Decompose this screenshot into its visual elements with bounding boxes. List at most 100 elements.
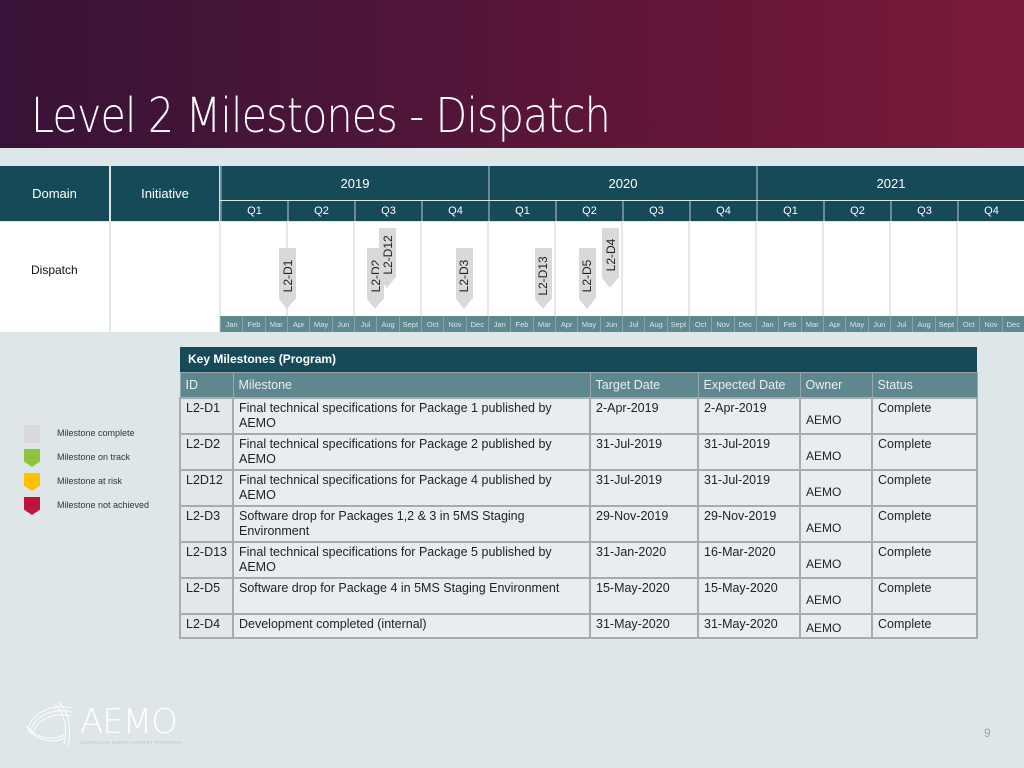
quarter-header: Q4	[957, 201, 1024, 221]
month-label: Oct	[957, 316, 980, 332]
col-header-expected-date: Expected Date	[697, 371, 801, 399]
title-banner: Level 2 Milestones - Dispatch	[0, 0, 1024, 148]
cell-owner: AEMO	[799, 577, 873, 615]
quarter-header: Q2	[823, 201, 890, 221]
year-header: 2019	[220, 166, 488, 200]
month-label: Sept	[666, 316, 689, 332]
quarter-label: Q1	[247, 205, 262, 217]
milestone-marker[interactable]: L2-D3	[455, 248, 473, 309]
marker-pointer	[367, 299, 384, 309]
quarter-header: Q4	[689, 201, 756, 221]
quarter-gridline	[755, 222, 757, 316]
cell-owner: AEMO	[799, 397, 873, 435]
quarter-header: Q3	[354, 201, 421, 221]
key-milestones-table: Key Milestones (Program) ID Milestone Ta…	[179, 347, 978, 639]
quarter-gridline	[219, 222, 221, 316]
quarter-label: Q3	[917, 205, 932, 217]
month-label: Dec	[733, 316, 756, 332]
cell-expected-date: 29-Nov-2019	[697, 505, 801, 543]
month-label: Apr	[823, 316, 846, 332]
quarter-label: Q4	[984, 205, 999, 217]
milestone-marker[interactable]: L2-D1	[279, 248, 297, 309]
aemo-swirl-icon	[25, 701, 73, 747]
cell-status: Complete	[871, 397, 978, 435]
milestone-timeline: Domain Initiative Dispatch 2019 Q1 Q2 Q3 Q4 J…	[0, 166, 1024, 332]
quarter-gridline	[353, 222, 355, 316]
table-title-row: Key Milestones (Program)	[180, 347, 977, 372]
quarter-label: Q4	[448, 205, 463, 217]
month-label: Aug	[376, 316, 399, 332]
legend-label: Milestone complete	[57, 428, 135, 438]
quarter-header: Q1	[488, 201, 555, 221]
table-row: L2-D4 Development completed (internal) 3…	[179, 613, 978, 639]
marker-label: L2-D5	[580, 259, 595, 292]
cell-owner: AEMO	[799, 469, 873, 507]
cell-target-date: 31-Jul-2019	[589, 469, 699, 507]
month-label: Sept	[934, 316, 957, 332]
month-label: Aug	[912, 316, 935, 332]
month-label: Jun	[599, 316, 622, 332]
cell-owner: AEMO	[799, 541, 873, 579]
month-label: May	[577, 316, 600, 332]
domain-header: Domain	[0, 166, 109, 221]
cell-status: Complete	[871, 469, 978, 507]
month-label: Aug	[644, 316, 667, 332]
aemo-logo: AEMO AUSTRALIAN ENERGY MARKET OPERATOR	[22, 698, 181, 750]
table-row: L2-D2 Final technical specifications for…	[179, 433, 978, 471]
cell-milestone: Final technical specifications for Packa…	[232, 397, 591, 435]
month-label: Nov	[443, 316, 466, 332]
domain-header-label: Domain	[32, 186, 77, 201]
milestone-marker[interactable]: L2-D13	[534, 248, 552, 309]
quarter-label: Q4	[716, 205, 731, 217]
month-label: Mar	[532, 316, 555, 332]
initiative-header-label: Initiative	[141, 186, 189, 201]
cell-id: L2-D2	[179, 433, 234, 471]
cell-expected-date: 31-Jul-2019	[697, 469, 801, 507]
cell-target-date: 15-May-2020	[589, 577, 699, 615]
month-label: Feb	[242, 316, 265, 332]
quarter-header: Q2	[555, 201, 622, 221]
month-label: Jun	[867, 316, 890, 332]
month-label: Jan	[488, 316, 511, 332]
domain-cell	[0, 222, 109, 332]
cell-milestone: Development completed (internal)	[232, 613, 591, 639]
milestone-marker[interactable]: L2-D12	[379, 228, 397, 288]
quarter-header: Q1	[220, 201, 287, 221]
quarter-label: Q1	[515, 205, 530, 217]
quarter-header: Q3	[890, 201, 957, 221]
col-header-id: ID	[179, 371, 234, 399]
milestone-marker[interactable]: L2-D4	[602, 228, 620, 288]
milestone-marker[interactable]: L2-D5	[578, 248, 596, 309]
month-label: Apr	[555, 316, 578, 332]
cell-status: Complete	[871, 541, 978, 579]
cell-expected-date: 15-May-2020	[697, 577, 801, 615]
col-header-owner: Owner	[799, 371, 873, 399]
month-label: Jan	[220, 316, 243, 332]
month-label: May	[309, 316, 332, 332]
month-label: Oct	[421, 316, 444, 332]
quarter-label: Q1	[783, 205, 798, 217]
marker-pointer	[455, 299, 472, 309]
cell-milestone: Final technical specifications for Packa…	[232, 433, 591, 471]
month-label: Dec	[465, 316, 488, 332]
quarter-header: Q4	[421, 201, 488, 221]
table-row: L2-D1 Final technical specifications for…	[179, 397, 978, 435]
legend-swatch-complete	[24, 425, 40, 443]
month-label: Feb	[510, 316, 533, 332]
cell-status: Complete	[871, 577, 978, 615]
marker-label: L2-D12	[380, 235, 395, 275]
marker-label: L2-D13	[536, 255, 551, 296]
marker-pointer	[379, 278, 396, 288]
marker-pointer	[578, 299, 595, 309]
quarter-gridline	[889, 222, 891, 316]
month-label: Jan	[756, 316, 779, 332]
col-header-status: Status	[871, 371, 978, 399]
quarter-gridline	[621, 222, 623, 316]
month-label: May	[845, 316, 868, 332]
page-number: 9	[984, 726, 991, 740]
month-label: Jul	[890, 316, 913, 332]
year-header: 2021	[756, 166, 1024, 200]
quarter-gridline	[688, 222, 690, 316]
quarter-header: Q1	[756, 201, 823, 221]
cell-owner: AEMO	[799, 613, 873, 639]
